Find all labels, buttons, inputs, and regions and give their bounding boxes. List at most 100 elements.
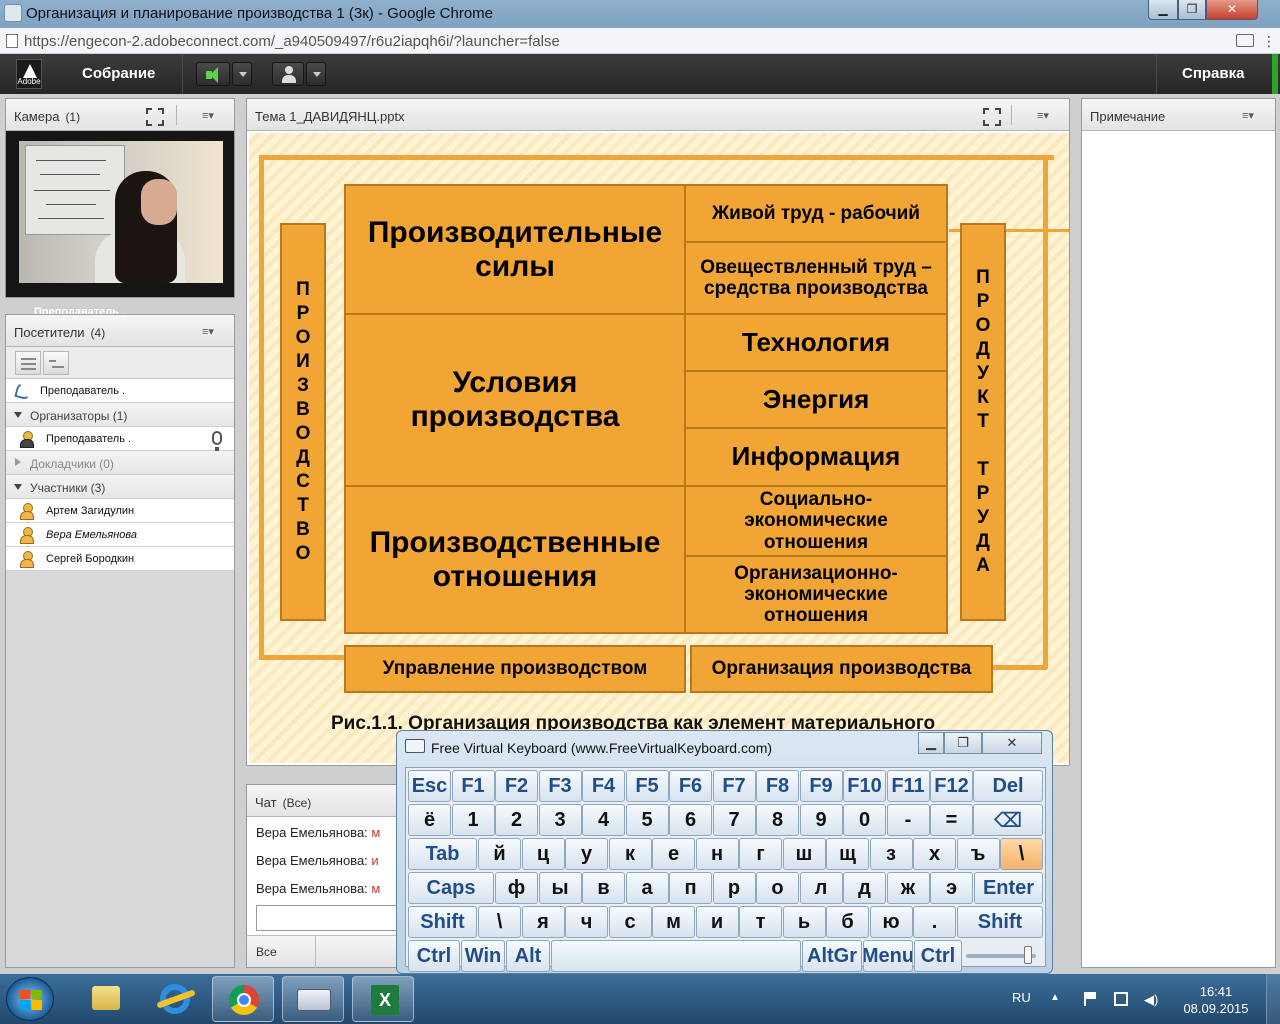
key[interactable]: F9 — [799, 770, 843, 802]
help-menu[interactable]: Справка — [1182, 65, 1244, 82]
key[interactable]: ф — [495, 872, 538, 904]
flag-icon[interactable] — [1084, 992, 1098, 1006]
key[interactable]: 0 — [843, 804, 886, 836]
pod-menu-icon[interactable]: ≡▾ — [202, 109, 214, 122]
key[interactable]: ё — [408, 804, 451, 836]
key[interactable]: р — [712, 872, 756, 904]
key[interactable]: F12 — [930, 770, 973, 802]
key[interactable]: ж — [886, 872, 930, 904]
key[interactable]: у — [565, 838, 608, 870]
key[interactable]: Alt — [506, 940, 550, 972]
key[interactable]: \ — [1000, 838, 1043, 870]
meeting-menu[interactable]: Собрание — [82, 65, 155, 82]
key[interactable]: п — [669, 872, 712, 904]
virtual-keyboard-window[interactable]: Free Virtual Keyboard (www.FreeVirtualKe… — [396, 730, 1053, 974]
show-desktop-button[interactable] — [1266, 974, 1280, 1024]
collapse-arrow-icon[interactable] — [15, 458, 21, 466]
key[interactable]: 8 — [756, 804, 799, 836]
key[interactable]: 2 — [495, 804, 538, 836]
fullscreen-icon[interactable] — [146, 108, 164, 126]
key[interactable]: д — [843, 872, 886, 904]
key[interactable]: 9 — [799, 804, 843, 836]
key[interactable]: к — [608, 838, 652, 870]
key[interactable]: ч — [565, 906, 608, 938]
key[interactable]: Menu — [863, 940, 913, 972]
keyboard-close-button[interactable]: ✕ — [982, 732, 1042, 754]
key[interactable]: F10 — [843, 770, 886, 802]
key[interactable]: Shift — [408, 906, 477, 938]
key[interactable]: и — [695, 906, 739, 938]
key[interactable]: Ctrl — [914, 940, 962, 972]
key[interactable]: ш — [782, 838, 826, 870]
list-view-button[interactable] — [15, 351, 41, 375]
key[interactable]: 3 — [538, 804, 582, 836]
key[interactable]: \ — [478, 906, 521, 938]
key[interactable]: Win — [461, 940, 505, 972]
key[interactable]: в — [582, 872, 625, 904]
attendee-row[interactable]: Артем Загидулин — [6, 499, 234, 523]
attendee-group[interactable]: Организаторы (1) — [6, 403, 234, 427]
key[interactable]: х — [913, 838, 956, 870]
key[interactable]: F1 — [451, 770, 495, 802]
attendee-row[interactable]: Сергей Бородкин — [6, 547, 234, 571]
volume-icon[interactable]: ◀) — [1144, 992, 1158, 1007]
key[interactable]: ц — [521, 838, 565, 870]
key[interactable]: м — [652, 906, 695, 938]
key[interactable]: F3 — [538, 770, 582, 802]
key[interactable]: б — [826, 906, 869, 938]
chat-input[interactable] — [256, 905, 406, 931]
attendee-row[interactable]: Преподаватель . — [6, 427, 234, 451]
key[interactable] — [551, 940, 801, 972]
language-indicator[interactable]: RU — [1012, 990, 1031, 1005]
key[interactable]: - — [886, 804, 930, 836]
keyboard-taskbar-button[interactable] — [282, 976, 344, 1022]
key[interactable]: 7 — [712, 804, 756, 836]
key[interactable]: н — [695, 838, 739, 870]
key[interactable]: Del — [973, 770, 1043, 802]
speaker-dropdown[interactable] — [232, 62, 252, 86]
key[interactable]: . — [913, 906, 956, 938]
key[interactable]: т — [739, 906, 782, 938]
key[interactable]: Ctrl — [408, 940, 460, 972]
key[interactable]: 6 — [669, 804, 712, 836]
expand-arrow-icon[interactable] — [14, 412, 22, 418]
attendee-group[interactable]: Докладчики (0) — [6, 451, 234, 475]
key[interactable]: л — [799, 872, 843, 904]
fullscreen-icon[interactable] — [983, 108, 1001, 126]
pod-menu-icon[interactable]: ≡▾ — [1242, 109, 1254, 122]
key[interactable]: е — [652, 838, 695, 870]
status-button[interactable] — [272, 62, 304, 86]
key[interactable]: 4 — [582, 804, 625, 836]
chrome-taskbar-button[interactable] — [212, 976, 274, 1022]
status-dropdown[interactable] — [306, 62, 326, 86]
key[interactable]: ы — [538, 872, 582, 904]
key[interactable]: Shift — [957, 906, 1043, 938]
maximize-button[interactable]: ❐ — [1178, 0, 1206, 20]
minimize-button[interactable]: ▁ — [1148, 0, 1178, 20]
show-hidden-icons[interactable]: ▲ — [1050, 992, 1064, 1006]
key[interactable]: F2 — [495, 770, 538, 802]
key[interactable]: F5 — [625, 770, 669, 802]
attendee-row[interactable]: Преподаватель . — [6, 379, 234, 403]
cast-icon[interactable] — [1236, 34, 1254, 47]
attendee-group[interactable]: Участники (3) — [6, 475, 234, 499]
key[interactable]: з — [869, 838, 913, 870]
explorer-taskbar-button[interactable] — [74, 976, 136, 1022]
key[interactable]: = — [930, 804, 973, 836]
key[interactable]: Caps — [408, 872, 494, 904]
ie-taskbar-button[interactable] — [144, 976, 206, 1022]
key[interactable]: э — [930, 872, 973, 904]
key[interactable]: Tab — [408, 838, 477, 870]
key[interactable]: F8 — [756, 770, 799, 802]
status-view-button[interactable] — [43, 351, 69, 375]
chat-recipient-tab[interactable]: Все — [256, 945, 277, 959]
key[interactable]: 1 — [451, 804, 495, 836]
key[interactable]: F6 — [669, 770, 712, 802]
key[interactable]: F11 — [886, 770, 930, 802]
key[interactable]: а — [625, 872, 669, 904]
key[interactable]: Esc — [408, 770, 451, 802]
key[interactable]: я — [521, 906, 565, 938]
key[interactable]: AltGr — [802, 940, 862, 972]
key[interactable]: ь — [782, 906, 826, 938]
key[interactable]: ю — [869, 906, 913, 938]
